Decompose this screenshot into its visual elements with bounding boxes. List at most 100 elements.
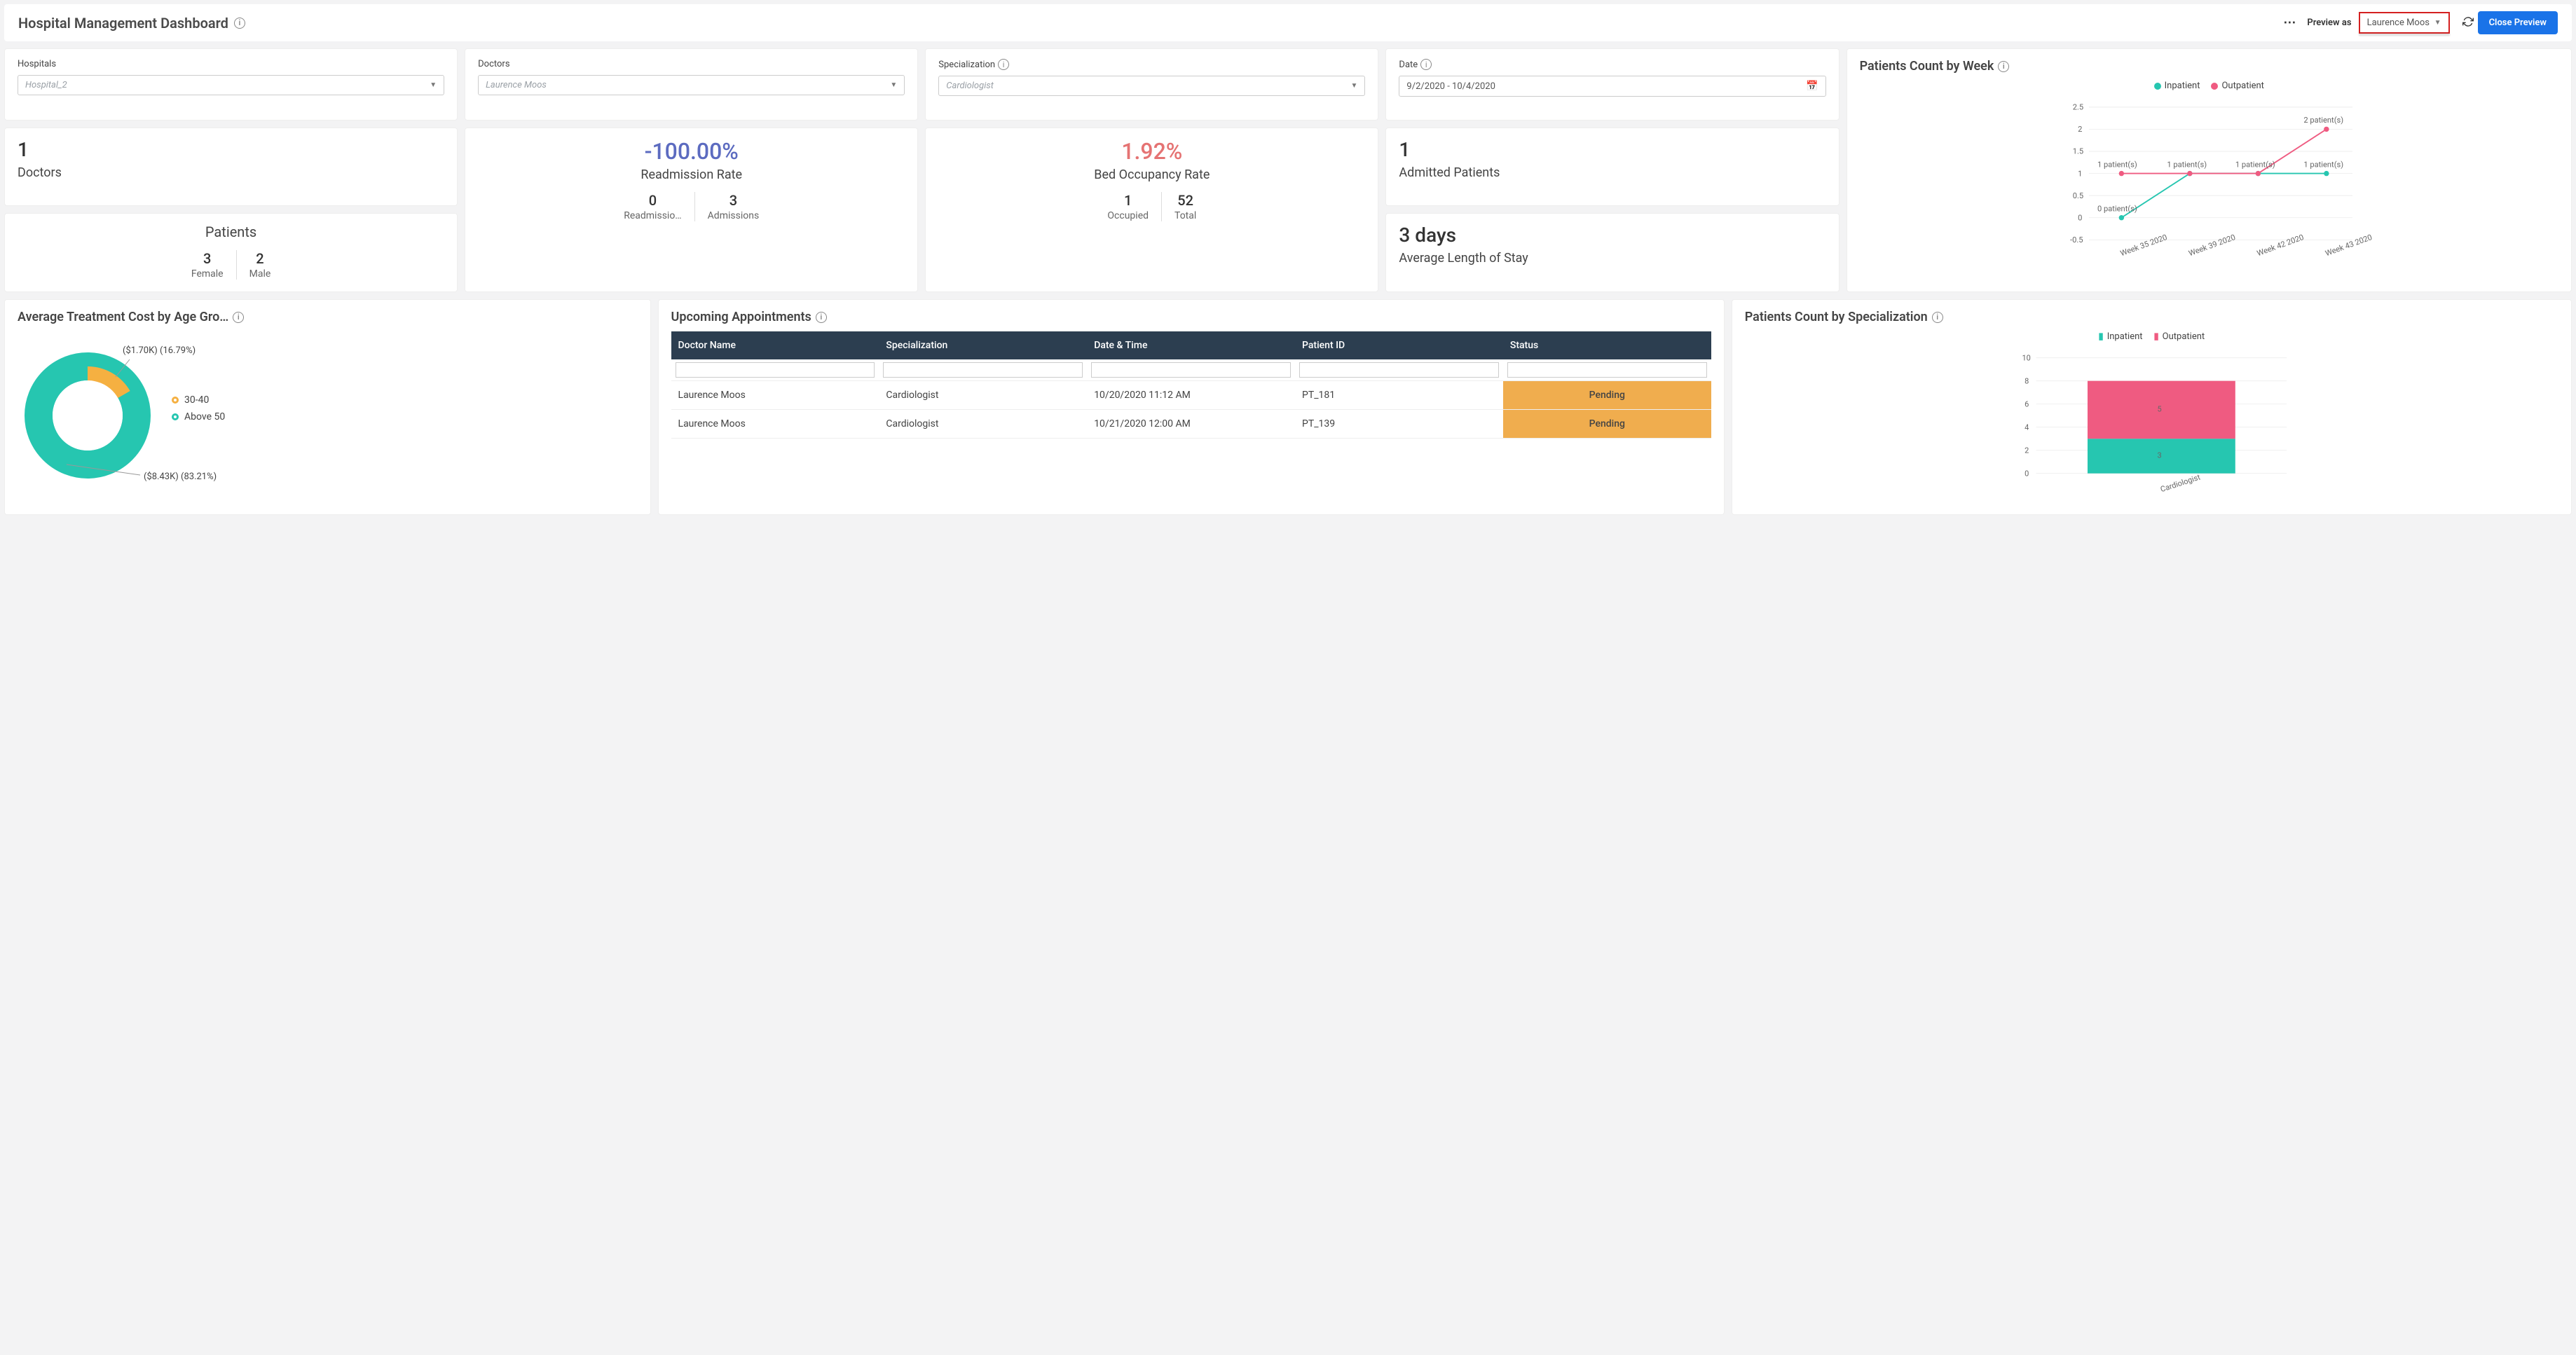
patients-by-week-title: Patients Count by Week i bbox=[1860, 59, 2558, 74]
filter-specialization-value: Cardiologist bbox=[946, 81, 994, 91]
donut-legend: 30-40 Above 50 bbox=[172, 389, 225, 428]
table-filter-row bbox=[671, 359, 1711, 381]
filter-date-value: 9/2/2020 - 10/4/2020 bbox=[1406, 81, 1495, 92]
more-actions-button[interactable]: ⋯ bbox=[2283, 15, 2297, 30]
svg-text:1: 1 bbox=[2078, 169, 2082, 178]
filter-specialization-card: Specialization i Cardiologist ▼ bbox=[925, 48, 1378, 121]
refresh-button[interactable] bbox=[2458, 12, 2478, 34]
filter-doctors-select[interactable]: Laurence Moos ▼ bbox=[478, 75, 905, 95]
svg-text:0 patient(s): 0 patient(s) bbox=[2097, 204, 2137, 213]
filter-doctors-card: Doctors Laurence Moos ▼ bbox=[465, 48, 918, 121]
topbar: Hospital Management Dashboard i ⋯ Previe… bbox=[4, 4, 2572, 41]
patients-by-spec-title: Patients Count by Specialization i bbox=[1745, 310, 2558, 324]
page-title: Hospital Management Dashboard i bbox=[18, 15, 245, 32]
svg-text:8: 8 bbox=[2025, 376, 2029, 385]
chevron-down-icon: ▼ bbox=[890, 81, 897, 89]
svg-text:10: 10 bbox=[2022, 353, 2030, 362]
col-patientid[interactable]: Patient ID bbox=[1295, 331, 1503, 359]
preview-as-select[interactable]: Laurence Moos ▼ bbox=[2359, 12, 2450, 34]
info-icon[interactable]: i bbox=[233, 312, 244, 323]
alos-value: 3 days bbox=[1399, 223, 1825, 247]
filter-date-input[interactable]: 9/2/2020 - 10/4/2020 📅 bbox=[1399, 76, 1825, 97]
table-header-row: Doctor Name Specialization Date & Time P… bbox=[671, 331, 1711, 359]
svg-text:1 patient(s): 1 patient(s) bbox=[2167, 160, 2207, 169]
filter-patientid-input[interactable] bbox=[1299, 362, 1499, 378]
readmission-sub1-val: 0 bbox=[624, 192, 681, 209]
spec-legend: ▮Inpatient ▮Outpatient bbox=[1745, 331, 2558, 342]
page-title-text: Hospital Management Dashboard bbox=[18, 15, 228, 32]
svg-text:2: 2 bbox=[2025, 446, 2029, 455]
treatment-cost-title: Average Treatment Cost by Age Gro… i bbox=[18, 310, 638, 324]
cell-datetime: 10/21/2020 12:00 AM bbox=[1087, 410, 1295, 439]
readmission-value: -100.00% bbox=[478, 138, 905, 165]
filter-date-label: Date i bbox=[1399, 59, 1825, 70]
kpi-alos-card: 3 days Average Length of Stay bbox=[1385, 213, 1839, 292]
svg-text:1.5: 1.5 bbox=[2072, 147, 2083, 156]
preview-as-label: Preview as bbox=[2307, 18, 2351, 28]
alos-label: Average Length of Stay bbox=[1399, 251, 1825, 266]
info-icon[interactable]: i bbox=[234, 18, 245, 29]
info-icon[interactable]: i bbox=[1932, 312, 1943, 323]
chevron-down-icon: ▼ bbox=[1351, 82, 1358, 90]
bed-occ-sub2-val: 52 bbox=[1174, 192, 1196, 209]
col-status[interactable]: Status bbox=[1503, 331, 1711, 359]
filter-specialization-select[interactable]: Cardiologist ▼ bbox=[938, 76, 1365, 96]
kpi-doctors-card: 1 Doctors bbox=[4, 128, 458, 207]
svg-text:1 patient(s): 1 patient(s) bbox=[2097, 160, 2137, 169]
readmission-sub2-val: 3 bbox=[708, 192, 760, 209]
col-datetime[interactable]: Date & Time bbox=[1087, 331, 1295, 359]
svg-text:Week 39 2020: Week 39 2020 bbox=[2187, 233, 2236, 258]
cell-spec: Cardiologist bbox=[879, 381, 1087, 410]
admitted-label: Admitted Patients bbox=[1399, 165, 1825, 180]
cell-status: Pending bbox=[1503, 410, 1711, 439]
info-icon[interactable]: i bbox=[1998, 61, 2009, 72]
cell-datetime: 10/20/2020 11:12 AM bbox=[1087, 381, 1295, 410]
table-row[interactable]: Laurence Moos Cardiologist 10/20/2020 11… bbox=[671, 381, 1711, 410]
cell-doctor: Laurence Moos bbox=[671, 381, 879, 410]
filter-status-input[interactable] bbox=[1507, 362, 1707, 378]
filter-hospitals-select[interactable]: Hospital_2 ▼ bbox=[18, 75, 444, 95]
cell-patientid: PT_139 bbox=[1295, 410, 1503, 439]
bed-occ-label: Bed Occupancy Rate bbox=[938, 167, 1365, 182]
calendar-icon: 📅 bbox=[1806, 81, 1818, 92]
svg-text:2: 2 bbox=[2078, 125, 2082, 134]
svg-text:-0.5: -0.5 bbox=[2070, 235, 2083, 245]
svg-text:0: 0 bbox=[2078, 213, 2082, 222]
appointments-table: Doctor Name Specialization Date & Time P… bbox=[671, 331, 1711, 439]
filter-date-card: Date i 9/2/2020 - 10/4/2020 📅 bbox=[1385, 48, 1839, 121]
bed-occ-sub2-lbl: Total bbox=[1174, 210, 1196, 221]
cell-doctor: Laurence Moos bbox=[671, 410, 879, 439]
dashboard-grid: Hospitals Hospital_2 ▼ Doctors Laurence … bbox=[4, 48, 2572, 292]
col-doctor[interactable]: Doctor Name bbox=[671, 331, 879, 359]
legend-above-50: Above 50 bbox=[172, 411, 225, 422]
legend-30-40: 30-40 bbox=[172, 394, 225, 406]
patients-female-lbl: Female bbox=[191, 268, 224, 280]
cell-spec: Cardiologist bbox=[879, 410, 1087, 439]
svg-text:2.5: 2.5 bbox=[2072, 103, 2083, 112]
dashboard-row2: Average Treatment Cost by Age Gro… i 30-… bbox=[4, 299, 2572, 515]
col-spec[interactable]: Specialization bbox=[879, 331, 1087, 359]
cell-status: Pending bbox=[1503, 381, 1711, 410]
spec-bar-chart: 1086 420 5 3 Cardiologist bbox=[1745, 348, 2558, 502]
kpi-admitted-card: 1 Admitted Patients bbox=[1385, 128, 1839, 207]
donut-label-a: ($1.70K) (16.79%) bbox=[123, 345, 196, 356]
filter-hospitals-label: Hospitals bbox=[18, 59, 444, 69]
filter-spec-input[interactable] bbox=[883, 362, 1083, 378]
filter-datetime-input[interactable] bbox=[1091, 362, 1291, 378]
filter-doctor-input[interactable] bbox=[676, 362, 875, 378]
info-icon[interactable]: i bbox=[998, 59, 1009, 70]
treatment-cost-card: Average Treatment Cost by Age Gro… i 30-… bbox=[4, 299, 651, 515]
bed-occ-sub1-val: 1 bbox=[1107, 192, 1149, 209]
info-icon[interactable]: i bbox=[1420, 59, 1432, 70]
table-row[interactable]: Laurence Moos Cardiologist 10/21/2020 12… bbox=[671, 410, 1711, 439]
info-icon[interactable]: i bbox=[816, 312, 827, 323]
svg-text:Cardiologist: Cardiologist bbox=[2159, 472, 2202, 494]
week-legend: Inpatient Outpatient bbox=[1860, 81, 2558, 91]
close-preview-button[interactable]: Close Preview bbox=[2478, 11, 2558, 34]
patients-by-spec-card: Patients Count by Specialization i ▮Inpa… bbox=[1732, 299, 2572, 515]
patients-female-val: 3 bbox=[191, 250, 224, 267]
legend-inpatient: ▮Inpatient bbox=[2099, 331, 2143, 342]
appointments-card: Upcoming Appointments i Doctor Name Spec… bbox=[658, 299, 1725, 515]
readmission-label: Readmission Rate bbox=[478, 167, 905, 182]
svg-text:3: 3 bbox=[2157, 451, 2161, 460]
